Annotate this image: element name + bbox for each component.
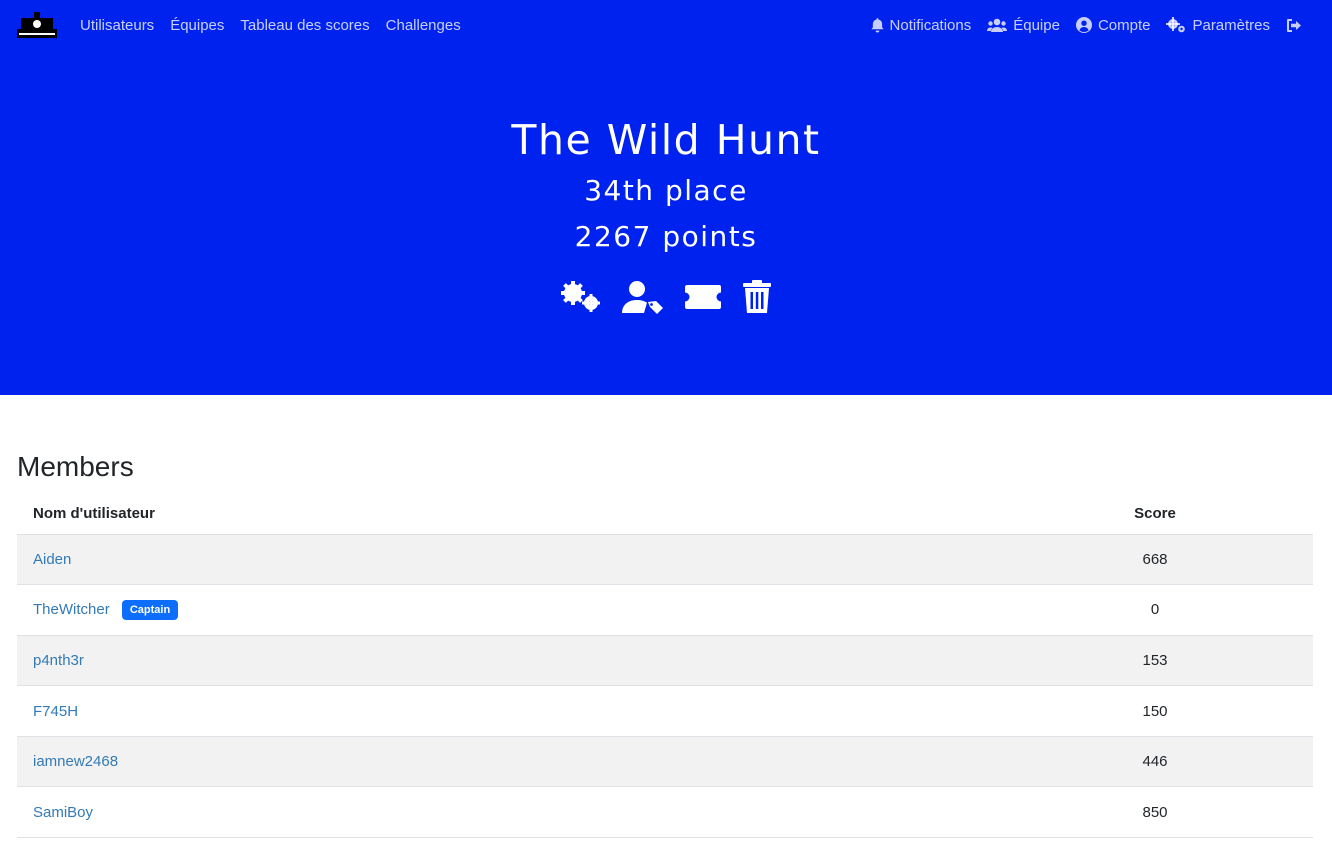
member-score: 850 (997, 786, 1313, 839)
team-header: The Wild Hunt 34th place 2267 points (0, 50, 1332, 395)
nav-compte[interactable]: Compte (1075, 16, 1151, 34)
member-link[interactable]: iamnew2468 (33, 753, 118, 770)
nav-equipe[interactable]: Équipe (987, 17, 1060, 34)
table-row: iamnew2468 446 (17, 736, 1313, 788)
nav-challenges[interactable]: Challenges (386, 17, 461, 34)
nav-utilisateurs[interactable]: Utilisateurs (80, 17, 154, 34)
captain-badge: Captain (121, 599, 179, 620)
bell-icon (870, 17, 884, 32)
user-tag-icon (622, 281, 663, 314)
settings-icon (561, 281, 600, 312)
nav-notifications[interactable]: Notifications (870, 16, 972, 34)
member-link[interactable]: SamiBoy (33, 804, 93, 821)
nav-equipes[interactable]: Équipes (170, 17, 224, 34)
table-row: p4nth3r 153 (17, 635, 1313, 687)
table-header-row: Nom d'utilisateur Score (17, 494, 1313, 535)
team-actions (0, 280, 1332, 314)
top-navbar: Utilisateurs Équipes Tableau des scores … (0, 0, 1332, 50)
nav-parametres-label: Paramètres (1192, 16, 1270, 34)
table-row: F745H 150 (17, 685, 1313, 737)
member-score: 446 (997, 736, 1313, 788)
member-score: 150 (997, 685, 1313, 737)
column-score: Score (997, 494, 1313, 535)
member-link[interactable]: TheWitcher (33, 601, 110, 618)
nav-right: Notifications Équipe Compte Paramètres (870, 0, 1302, 50)
team-points: 2267 points (574, 220, 758, 253)
nav-notifications-label: Notifications (889, 16, 972, 34)
team-name: The Wild Hunt (511, 116, 821, 164)
column-username: Nom d'utilisateur (17, 494, 997, 535)
member-link[interactable]: p4nth3r (33, 652, 84, 669)
nav-scoreboard[interactable]: Tableau des scores (240, 17, 369, 34)
table-row: Aiden 668 (17, 534, 1313, 586)
member-score: 0 (997, 584, 1313, 636)
team-delete-button[interactable] (742, 280, 772, 314)
logout-button[interactable] (1286, 18, 1302, 33)
members-table: Nom d'utilisateur Score Aiden 668 TheWit… (17, 494, 1313, 839)
member-link[interactable]: Aiden (33, 551, 71, 568)
team-invite-button[interactable] (684, 280, 722, 314)
gears-icon (1166, 17, 1186, 33)
site-logo[interactable] (17, 12, 57, 38)
team-captain-button[interactable] (622, 280, 664, 314)
table-row: SamiBoy 850 (17, 786, 1313, 839)
nav-equipe-label: Équipe (1013, 16, 1060, 34)
logout-icon (1287, 18, 1301, 32)
member-score: 153 (997, 635, 1313, 687)
team-place: 34th place (584, 174, 748, 207)
user-circle-icon (1075, 17, 1092, 33)
members-title: Members (17, 451, 134, 482)
nav-parametres[interactable]: Paramètres (1166, 17, 1270, 34)
ticket-icon (685, 285, 721, 309)
team-settings-button[interactable] (560, 280, 602, 314)
nav-left: Utilisateurs Équipes Tableau des scores … (80, 0, 461, 50)
table-row: TheWitcher Captain 0 (17, 584, 1313, 636)
trash-icon (743, 280, 771, 313)
users-icon (987, 18, 1008, 32)
nav-compte-label: Compte (1097, 16, 1151, 34)
member-score: 668 (997, 534, 1313, 586)
member-link[interactable]: F745H (33, 703, 78, 720)
